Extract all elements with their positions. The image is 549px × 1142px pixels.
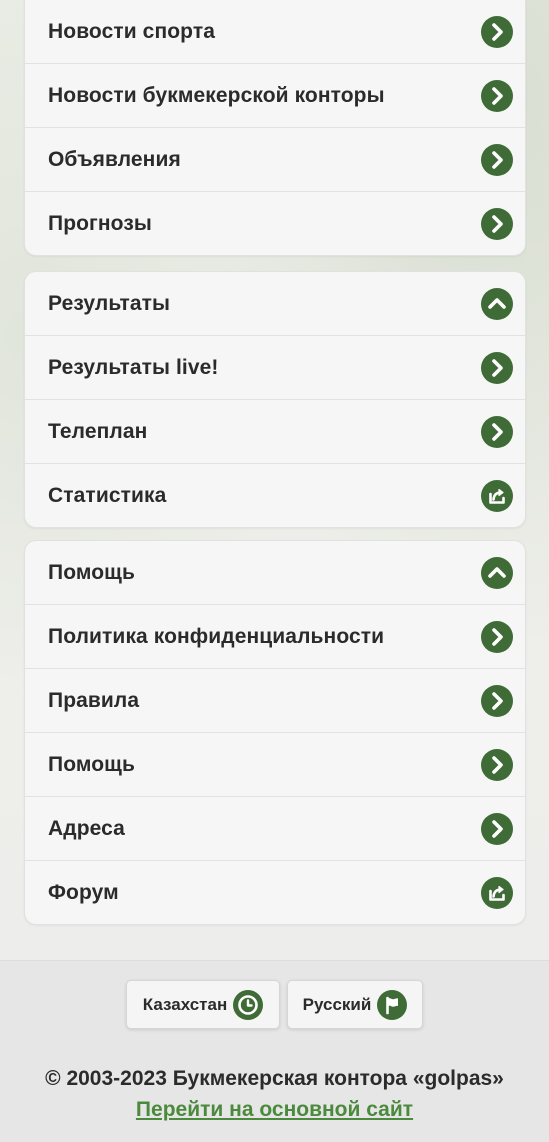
menu-item-label: Адреса xyxy=(48,816,125,840)
menu-item-label: Телеплан xyxy=(48,419,148,443)
external-link-icon xyxy=(481,876,513,909)
menu-item-forum[interactable]: Форум xyxy=(25,861,525,924)
menu-item-rules[interactable]: Правила xyxy=(25,669,525,733)
main-site-link[interactable]: Перейти на основной сайт xyxy=(0,1098,549,1122)
flag-icon xyxy=(377,989,408,1020)
language-button-label: Русский xyxy=(302,994,372,1014)
chevron-right-icon xyxy=(481,207,513,240)
menu-item-label: Правила xyxy=(48,688,140,712)
menu-item-results[interactable]: Результаты xyxy=(25,272,525,336)
menu-item-label: Новости спорта xyxy=(48,19,215,43)
menu-item-announcements[interactable]: Объявления xyxy=(25,128,525,192)
chevron-right-icon xyxy=(481,15,513,48)
menu-item-label: Прогнозы xyxy=(48,211,152,235)
menu-item-results-live[interactable]: Результаты live! xyxy=(25,336,525,400)
menu-group-help: Помощь Политика конфиденциальности Прави… xyxy=(24,540,526,925)
menu-item-tv-schedule[interactable]: Телеплан xyxy=(25,400,525,464)
menu-item-sports-news[interactable]: Новости спорта xyxy=(25,0,525,64)
chevron-right-icon xyxy=(481,143,513,176)
language-button[interactable]: Русский xyxy=(287,980,423,1029)
menu-group-results: Результаты Результаты live! Телеплан Ста… xyxy=(24,271,526,528)
chevron-right-icon xyxy=(481,748,513,781)
region-button[interactable]: Казахстан xyxy=(126,980,280,1029)
menu-item-label: Новости букмекерской конторы xyxy=(48,83,385,107)
chevron-right-icon xyxy=(481,812,513,845)
menu-item-label: Помощь xyxy=(48,560,135,584)
menu-item-help[interactable]: Помощь xyxy=(25,733,525,797)
menu-item-label: Политика конфиденциальности xyxy=(48,624,385,648)
chevron-right-icon xyxy=(481,351,513,384)
menu-item-privacy-policy[interactable]: Политика конфиденциальности xyxy=(25,605,525,669)
clock-icon xyxy=(233,989,264,1020)
chevron-up-icon xyxy=(481,287,513,320)
chevron-right-icon xyxy=(481,620,513,653)
copyright-text: © 2003-2023 Букмекерская контора «golpas… xyxy=(45,1067,504,1090)
menu-item-label: Статистика xyxy=(48,483,167,507)
menu-item-help-header[interactable]: Помощь xyxy=(25,541,525,605)
menu-item-bookmaker-news[interactable]: Новости букмекерской конторы xyxy=(25,64,525,128)
menu-item-label: Форум xyxy=(48,880,119,904)
chevron-up-icon xyxy=(481,556,513,589)
chevron-right-icon xyxy=(481,79,513,112)
chevron-right-icon xyxy=(481,415,513,448)
menu-item-label: Помощь xyxy=(48,752,135,776)
chevron-right-icon xyxy=(481,684,513,717)
menu-group-news: Новости спорта Новости букмекерской конт… xyxy=(24,0,526,256)
menu-item-label: Результаты live! xyxy=(48,355,219,379)
menu-item-label: Объявления xyxy=(48,147,181,171)
menu-item-statistics[interactable]: Статистика xyxy=(25,464,525,527)
menu-item-label: Результаты xyxy=(48,291,171,315)
external-link-icon xyxy=(481,479,513,512)
menu-item-addresses[interactable]: Адреса xyxy=(25,797,525,861)
region-button-label: Казахстан xyxy=(142,994,228,1014)
menu-item-predictions[interactable]: Прогнозы xyxy=(25,192,525,255)
footer: Казахстан Русский © 2003-2023 Букмекерск… xyxy=(0,960,549,1142)
